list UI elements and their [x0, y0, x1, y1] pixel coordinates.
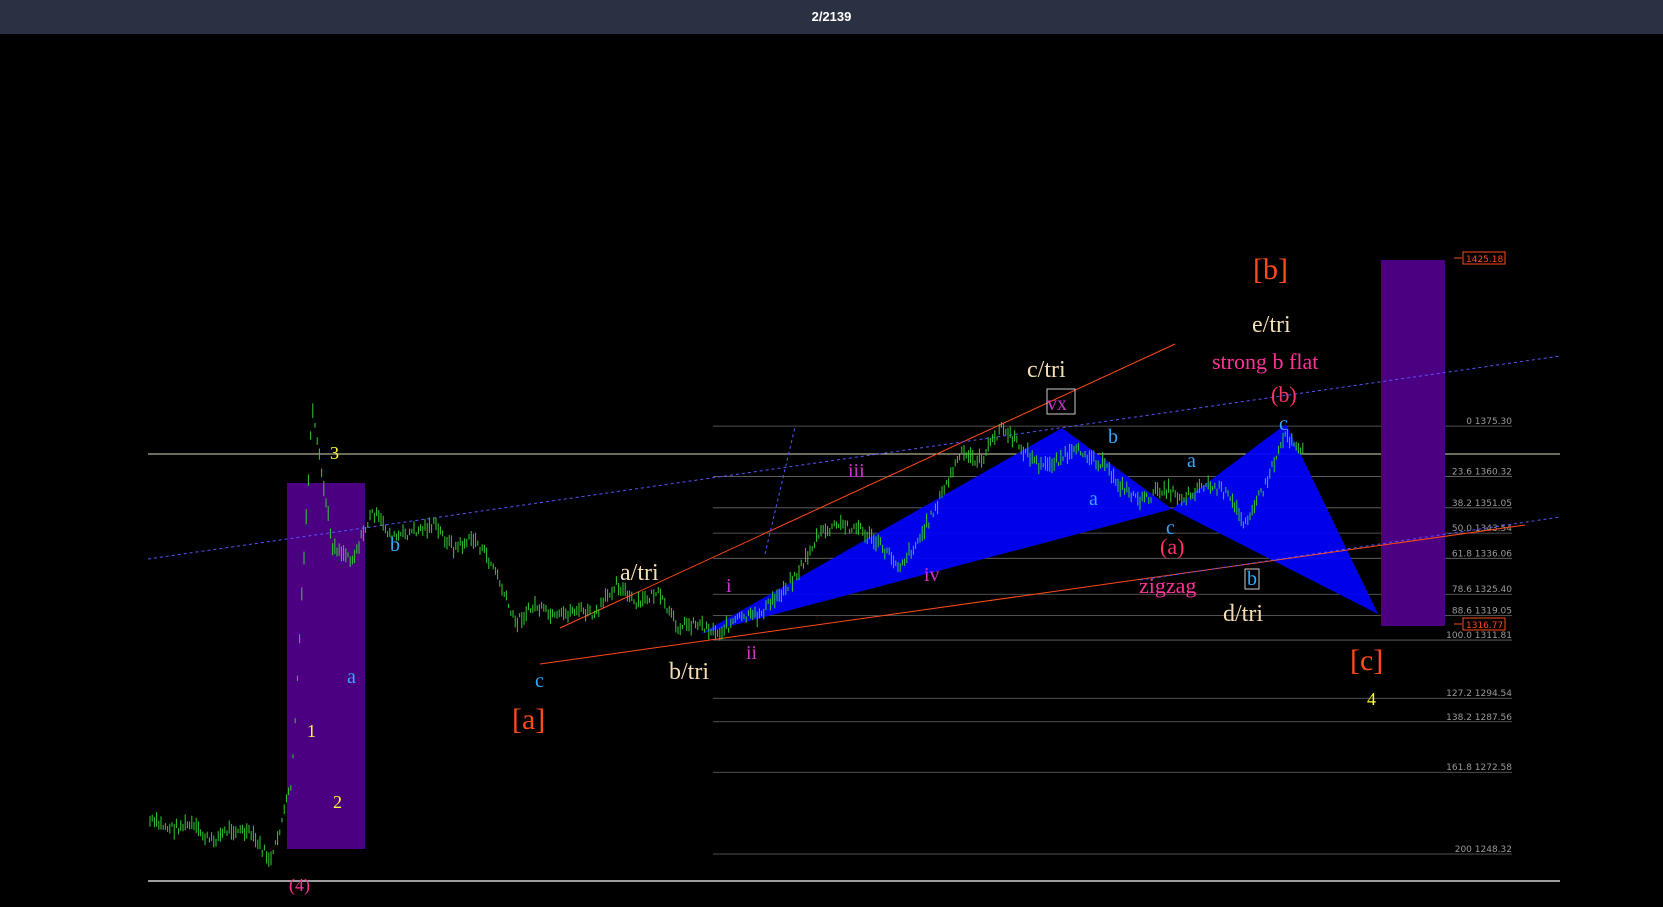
sub-a-label: a	[347, 666, 356, 688]
tri-b-label: b	[1108, 426, 1118, 448]
harmonic-triangle-2	[1172, 424, 1378, 614]
price-tag-lower: 1316.77	[1454, 617, 1506, 631]
zigzag-label: zigzag	[1139, 573, 1196, 598]
slide-counter: 2/2139	[811, 9, 852, 24]
wave-4-label: 4	[1367, 689, 1376, 709]
roman-i-label: i	[726, 575, 732, 597]
svg-text:1316.77: 1316.77	[1466, 621, 1503, 631]
bracket-a-label: [a]	[512, 703, 545, 736]
price-tag-upper: 1425.18	[1454, 251, 1506, 265]
paren-b-label: (b)	[1271, 382, 1297, 407]
a-tri-label: a/tri	[620, 560, 659, 586]
fib-label: 100.0 1311.81	[1446, 631, 1512, 641]
fib-label: 161.8 1272.58	[1446, 763, 1512, 773]
roman-iii-label: iii	[848, 460, 865, 482]
strong-b-flat-label: strong b flat	[1212, 349, 1318, 374]
roman-iv-label: iv	[924, 564, 940, 586]
svg-text:1425.18: 1425.18	[1466, 255, 1503, 265]
e-tri-label: e/tri	[1252, 312, 1291, 338]
fib-label: 61.8 1336.06	[1452, 549, 1512, 559]
fib-label: 23.6 1360.32	[1452, 468, 1512, 478]
fib-label: 88.6 1319.05	[1452, 607, 1512, 617]
target-box-right	[1381, 260, 1445, 626]
roman-vx-label: vx	[1047, 393, 1067, 415]
paren-a-label: (a)	[1160, 534, 1184, 559]
sub-c-label: c	[535, 670, 544, 692]
b-tri-label: b/tri	[669, 659, 709, 685]
roman-ii-label: ii	[746, 642, 758, 664]
fib-label: 78.6 1325.40	[1452, 585, 1512, 595]
wave-3-label: 3	[330, 443, 339, 463]
bracket-c-label: [c]	[1350, 644, 1383, 677]
tri-c2-label: c	[1279, 413, 1288, 435]
fib-label: 200 1248.32	[1455, 845, 1512, 855]
top-bar: 2/2139	[0, 0, 1663, 34]
tri-a-label: a	[1089, 488, 1098, 510]
tri-a2-label: a	[1187, 450, 1196, 472]
sub-b-label: b	[390, 534, 400, 556]
d-tri-label: d/tri	[1223, 601, 1263, 627]
wave-2-label: 2	[333, 792, 342, 812]
fib-label: 138.2 1287.56	[1446, 713, 1512, 723]
wave-1-label: 1	[307, 721, 316, 741]
elliott-wave-chart: 0 1375.3023.6 1360.3238.2 1351.0550.0 13…	[147, 251, 1561, 896]
chart-area: 0 1375.30 23.6 1360.32 38.2 1351.05 50.0 13…	[0, 34, 1663, 907]
bracket-b-label: [b]	[1253, 253, 1288, 286]
fib-label: 127.2 1294.54	[1446, 689, 1512, 699]
wave-paren-4-label: (4)	[289, 875, 310, 896]
channel-line-3	[764, 426, 796, 555]
fib-label: 0 1375.30	[1466, 417, 1512, 427]
fib-label: 38.2 1351.05	[1452, 499, 1512, 509]
tri-b2-label: b	[1247, 568, 1257, 590]
c-tri-label: c/tri	[1027, 357, 1066, 383]
